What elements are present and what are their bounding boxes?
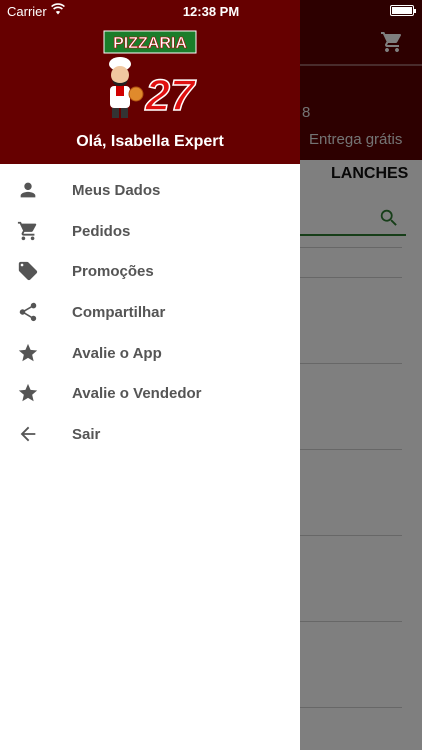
pizzaria-27-logo: PIZZARIA 27 (103, 30, 198, 121)
menu-item-label: Pedidos (72, 222, 131, 240)
back-arrow-icon (20, 426, 36, 442)
menu-item-avalie-vendedor[interactable]: Avalie o Vendedor (0, 373, 300, 414)
menu-item-label: Compartilhar (72, 304, 166, 322)
user-greeting: Olá, Isabella Expert (76, 133, 224, 150)
tag-icon (18, 262, 38, 281)
menu-item-label: Promoções (72, 263, 154, 281)
share-icon (19, 302, 37, 322)
menu-item-pedidos[interactable]: Pedidos (0, 211, 300, 252)
menu-item-label: Sair (72, 426, 101, 444)
logo-word: PIZZARIA (113, 35, 187, 52)
star-icon (18, 384, 38, 402)
menu-item-meus-dados[interactable]: Meus Dados (0, 170, 300, 211)
menu-item-promocoes[interactable]: Promoções (0, 251, 300, 292)
cart-icon (17, 221, 37, 240)
menu-item-avalie-app[interactable]: Avalie o App (0, 333, 300, 374)
clock: 12:38 PM (182, 4, 240, 19)
logo-number: 27 (145, 71, 197, 120)
menu-item-sair[interactable]: Sair (0, 414, 300, 455)
drawer-header: PIZZARIA 27 Olá, Isabella Expert (0, 0, 300, 164)
menu-item-label: Avalie o App (72, 344, 162, 362)
drawer-menu: Meus Dados Pedidos Promoções Compartilha… (0, 170, 300, 455)
battery-icon (390, 5, 416, 16)
person-icon (20, 182, 36, 198)
menu-item-label: Meus Dados (72, 182, 161, 199)
navigation-drawer: PIZZARIA 27 Olá, Isabella Expert Meus Da… (0, 0, 300, 750)
menu-item-compartilhar[interactable]: Compartilhar (0, 292, 300, 333)
status-bar: Carrier 12:38 PM (0, 0, 422, 22)
star-icon (18, 343, 38, 361)
menu-item-label: Avalie o Vendedor (72, 385, 202, 403)
